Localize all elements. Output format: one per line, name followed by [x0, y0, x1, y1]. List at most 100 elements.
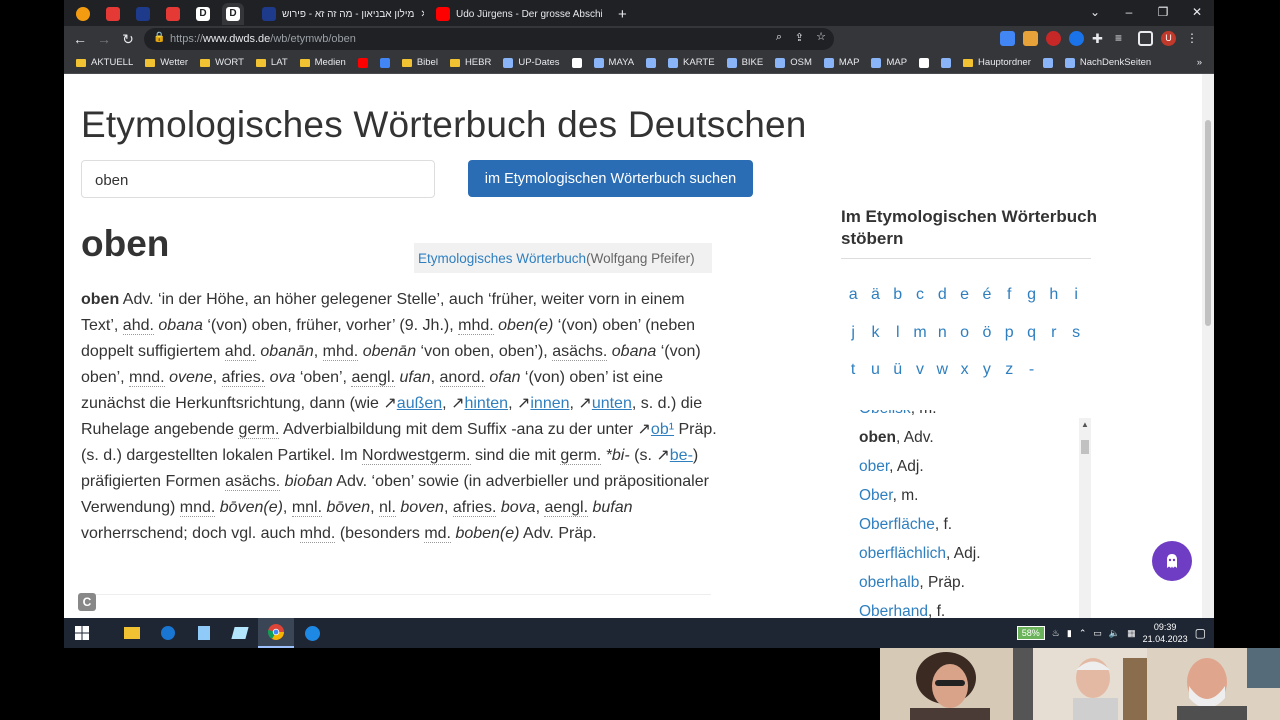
ref-link[interactable]: unten: [592, 395, 632, 412]
abbr-asachs[interactable]: asächs.: [552, 343, 608, 361]
share-icon[interactable]: ⇪: [795, 31, 804, 44]
bookmark-item[interactable]: [357, 57, 368, 68]
abbr-nl[interactable]: nl.: [378, 499, 396, 517]
extension-badge-icon[interactable]: [1023, 31, 1038, 46]
bookmark-item[interactable]: LAT: [255, 57, 288, 68]
bookmark-item[interactable]: WORT: [200, 57, 244, 68]
source-link[interactable]: Etymologisches Wörterbuch: [418, 251, 586, 266]
new-tab-button[interactable]: +: [610, 3, 632, 25]
bookmark-item[interactable]: Medien: [299, 57, 346, 68]
tab-2[interactable]: [102, 3, 124, 25]
tab-4[interactable]: [162, 3, 184, 25]
letter-link[interactable]: z: [998, 361, 1020, 399]
letter-link[interactable]: ö: [976, 324, 998, 362]
lemma-scroll-thumb[interactable]: [1081, 440, 1089, 454]
lemma-word[interactable]: Oberfläche: [859, 516, 935, 533]
abbr-mhd[interactable]: mhd.: [322, 343, 359, 361]
letter-link[interactable]: s: [1065, 324, 1087, 362]
url-field[interactable]: 🔒 https://www.dwds.de/wb/etymwb/oben ⌕ ⇪…: [144, 28, 834, 50]
letter-link[interactable]: n: [931, 324, 953, 362]
abbr-mnd[interactable]: mnd.: [179, 499, 216, 517]
bookmark-item[interactable]: [919, 57, 930, 68]
page-scroll-thumb[interactable]: [1205, 120, 1211, 326]
ublock-extension-icon[interactable]: [1046, 31, 1061, 46]
clock[interactable]: 09:39 21.04.2023: [1143, 621, 1188, 645]
bookmark-item[interactable]: HEBR: [449, 57, 491, 68]
letter-link[interactable]: u: [864, 361, 886, 399]
abbr-aengl[interactable]: aengl.: [544, 499, 589, 517]
abbr-nwgerm[interactable]: Nordwestgerm.: [362, 447, 471, 465]
letter-link[interactable]: m: [909, 324, 931, 362]
bookmark-item[interactable]: [571, 57, 582, 68]
tray-icon[interactable]: ♨: [1052, 628, 1060, 639]
chrome-menu-icon[interactable]: ⋮: [1186, 31, 1201, 46]
letter-link[interactable]: d: [931, 286, 953, 324]
abbr-ahd[interactable]: ahd.: [224, 343, 256, 361]
bookmark-item[interactable]: NachDenkSeiten: [1064, 57, 1151, 68]
abbr-aengl[interactable]: aengl.: [351, 369, 396, 387]
letter-link[interactable]: -: [1020, 361, 1042, 399]
lock-icon[interactable]: 🔒: [153, 32, 165, 43]
letter-link[interactable]: y: [976, 361, 998, 399]
lemma-item[interactable]: Oberfläche, f.: [859, 510, 1099, 539]
lemma-word[interactable]: oberflächlich: [859, 545, 946, 562]
scroll-up-icon[interactable]: ▲: [1081, 420, 1089, 429]
abbr-afries[interactable]: afries.: [221, 369, 266, 387]
tab-3[interactable]: [132, 3, 154, 25]
forward-button[interactable]: →: [92, 31, 116, 47]
volume-icon[interactable]: 🔈: [1109, 628, 1120, 639]
lemma-word[interactable]: ober: [859, 458, 889, 475]
letter-link[interactable]: v: [909, 361, 931, 399]
bookmark-item[interactable]: UP-Dates: [503, 57, 560, 68]
bookmark-item[interactable]: KARTE: [668, 57, 715, 68]
bookmark-item[interactable]: AKTUELL: [76, 57, 133, 68]
bookmark-item[interactable]: [941, 57, 952, 68]
bookmark-item[interactable]: MAP: [823, 57, 859, 68]
keyboard-icon[interactable]: ▦: [1127, 628, 1136, 639]
lemma-item[interactable]: Obelisk, m.: [859, 410, 1099, 423]
letter-link[interactable]: ä: [864, 286, 886, 324]
bookmark-star-icon[interactable]: ☆: [816, 30, 826, 43]
abbr-germ[interactable]: germ.: [560, 447, 602, 465]
abbr-ahd[interactable]: ahd.: [122, 317, 154, 335]
ref-link[interactable]: ob¹: [651, 421, 674, 438]
extensions-puzzle-icon[interactable]: ✚: [1092, 31, 1107, 46]
skype-icon[interactable]: [294, 618, 330, 648]
maximize-button[interactable]: ❐: [1146, 0, 1180, 26]
tab-search-icon[interactable]: ⌄: [1078, 0, 1112, 26]
letter-link[interactable]: q: [1020, 324, 1042, 362]
letter-link[interactable]: ü: [887, 361, 909, 399]
extension-icon[interactable]: [1069, 31, 1084, 46]
letter-link[interactable]: f: [998, 286, 1020, 324]
reload-button[interactable]: ↻: [116, 31, 140, 48]
bookmark-item[interactable]: Wetter: [145, 57, 188, 68]
bookmark-item[interactable]: Hauptordner: [963, 57, 1031, 68]
chrome-taskbar-icon[interactable]: [258, 618, 294, 648]
letter-link[interactable]: c: [909, 286, 931, 324]
letter-link[interactable]: w: [931, 361, 953, 399]
battery-indicator[interactable]: 58%: [1016, 626, 1045, 640]
letter-link[interactable]: r: [1043, 324, 1065, 362]
letter-link[interactable]: p: [998, 324, 1020, 362]
file-explorer-icon[interactable]: [114, 618, 150, 648]
calculator-icon[interactable]: [186, 618, 222, 648]
letter-link[interactable]: o: [953, 324, 975, 362]
lemma-item[interactable]: Oberhand, f.: [859, 597, 1099, 618]
lemma-item[interactable]: oberhalb, Präp.: [859, 568, 1099, 597]
lemma-item[interactable]: oberflächlich, Adj.: [859, 539, 1099, 568]
notifications-icon[interactable]: ▢: [1195, 626, 1206, 640]
abbr-asachs[interactable]: asächs.: [225, 473, 281, 491]
search-input[interactable]: oben: [81, 160, 435, 198]
abbr-mnl[interactable]: mnl.: [291, 499, 323, 517]
abbr-afries[interactable]: afries.: [452, 499, 497, 517]
notes-app-icon[interactable]: [222, 618, 258, 648]
tab-youtube[interactable]: Udo Jürgens - Der grosse Abschi✕: [428, 3, 602, 25]
ref-link[interactable]: hinten: [464, 395, 508, 412]
letter-link[interactable]: x: [953, 361, 975, 399]
page-scrollbar[interactable]: [1202, 74, 1214, 618]
abbr-anord[interactable]: anord.: [439, 369, 485, 387]
bookmarks-overflow-button[interactable]: »: [1197, 57, 1202, 68]
bookmark-item[interactable]: [646, 57, 657, 68]
letter-link[interactable]: é: [976, 286, 998, 324]
tab-close-icon[interactable]: ✕: [420, 9, 424, 20]
